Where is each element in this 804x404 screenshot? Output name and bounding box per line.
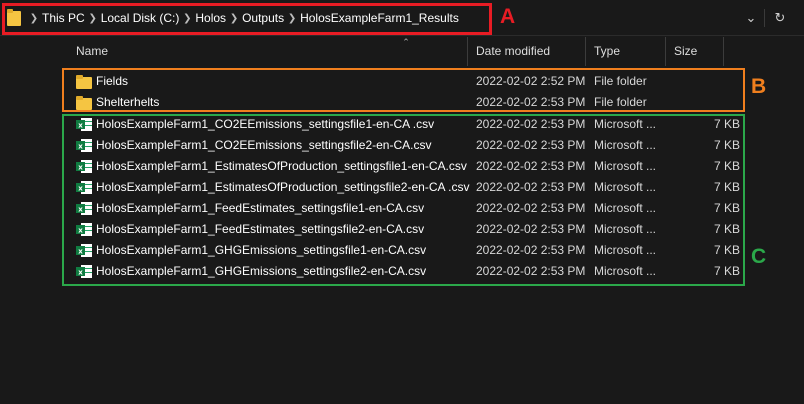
refresh-icon[interactable]: ↻ (769, 8, 791, 28)
chevron-down-icon[interactable]: ⌄ (740, 8, 762, 28)
annotation-box-a (2, 3, 492, 35)
annotation-label-b: B (751, 75, 767, 98)
column-header: ⌃ Name Date modified Type Size (60, 37, 804, 66)
column-type[interactable]: Type (586, 37, 666, 66)
annotation-label-c: C (751, 245, 767, 268)
annotation-box-b (62, 68, 745, 112)
navigation-pane[interactable] (0, 37, 60, 404)
divider (764, 9, 765, 27)
annotation-box-c (62, 114, 745, 286)
column-size[interactable]: Size (666, 37, 724, 66)
column-date-modified[interactable]: Date modified (468, 37, 586, 66)
annotation-label-a: A (500, 5, 516, 28)
column-name[interactable]: Name (68, 37, 468, 66)
